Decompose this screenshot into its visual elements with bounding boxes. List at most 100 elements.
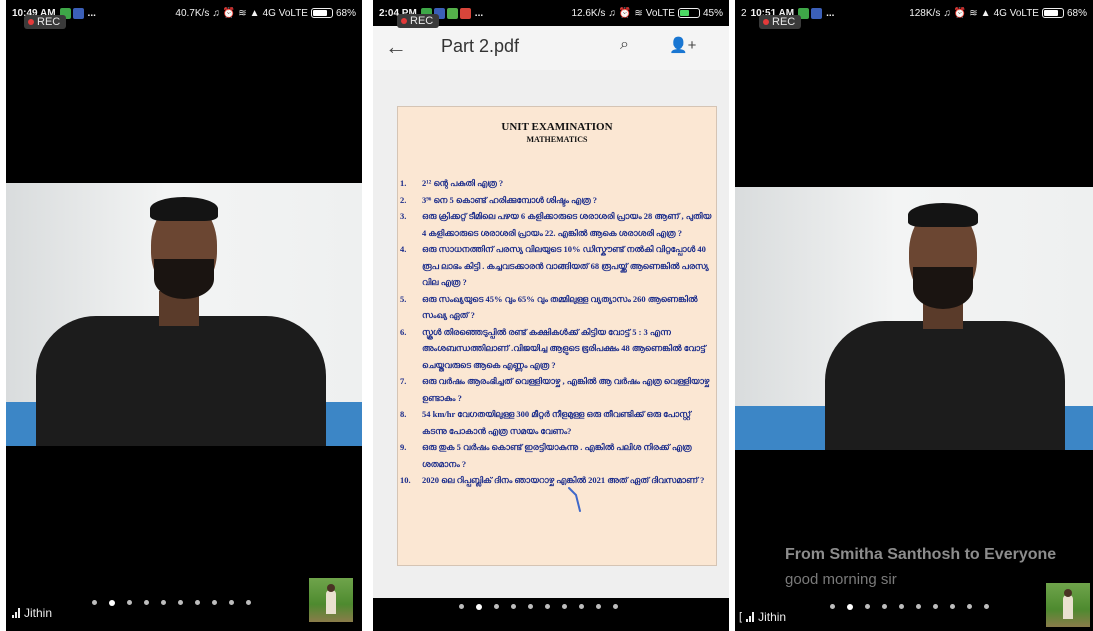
page-dot[interactable] — [528, 604, 533, 609]
chat-icon — [446, 7, 458, 19]
network-speed: 12.6K/s — [571, 7, 606, 19]
page-dot[interactable] — [916, 604, 921, 609]
question-number: 2. — [400, 194, 407, 205]
add-person-icon[interactable]: 👤+ — [669, 36, 696, 54]
headphone-icon: ♫ — [608, 7, 616, 19]
question-item: 1. 2¹² ന്റെ പകുതി എത്ര ? — [400, 175, 714, 192]
record-dot-icon — [28, 19, 34, 25]
page-dot[interactable] — [92, 600, 97, 605]
page-dot-active[interactable] — [476, 604, 482, 610]
page-dot[interactable] — [882, 604, 887, 609]
page-dot[interactable] — [950, 604, 955, 609]
question-text: ഒരു വർഷം ആരംഭിച്ചത് വെള്ളിയാഴ്ച , എങ്കിൽ… — [422, 376, 710, 403]
page-dot[interactable] — [246, 600, 251, 605]
chat-message: good morning sir — [785, 571, 897, 588]
network-type: 4G VoLTE — [262, 7, 308, 19]
page-dot[interactable] — [459, 604, 464, 609]
network-type: 4G VoLTE — [993, 7, 1039, 19]
battery-icon — [677, 8, 700, 18]
more-notifications: ... — [474, 7, 484, 19]
pdf-viewer[interactable]: UNIT EXAMINATION MATHEMATICS 1. 2¹² ന്റെ … — [373, 70, 729, 598]
page-dot[interactable] — [195, 600, 200, 605]
page-dot[interactable] — [562, 604, 567, 609]
back-arrow-icon[interactable]: ← — [385, 34, 407, 60]
self-view-thumbnail[interactable] — [1046, 583, 1090, 627]
question-item: 5. ഒരു സംഖ്യയുടെ 45% വും 65% വും തമ്മിലുള… — [400, 291, 714, 324]
doc-subtitle: MATHEMATICS — [526, 135, 588, 144]
rec-label: REC — [410, 15, 434, 27]
mail-icon — [459, 7, 471, 19]
page-dot[interactable] — [229, 600, 234, 605]
page-dot[interactable] — [899, 604, 904, 609]
audio-signal-icon — [746, 612, 755, 622]
question-item: 6. സ്കൂൾ തിരഞ്ഞെടുപ്പിൽ രണ്ട് കക്ഷികൾക്ക്… — [400, 324, 714, 374]
recording-indicator: REC — [759, 15, 802, 29]
signal-icon: ▲ — [980, 7, 991, 19]
self-view-thumbnail[interactable] — [309, 578, 353, 622]
page-dot[interactable] — [127, 600, 132, 605]
record-dot-icon — [763, 19, 769, 25]
question-text: 54 km/hr വേഗതയിലുള്ള 300 മീറ്റർ നീളമുള്ള… — [422, 409, 691, 436]
speaker-video[interactable] — [6, 183, 362, 446]
battery-level: 68% — [1066, 7, 1087, 19]
rec-label: REC — [37, 16, 61, 28]
question-number: 9. — [400, 442, 407, 452]
question-list: 1. 2¹² ന്റെ പകുതി എത്ര ? 2. 3⁹⁶ നെ 5 കൊണ്ട്… — [400, 175, 714, 489]
recording-indicator: REC — [24, 15, 67, 29]
screen-share-icon: [ — [739, 611, 743, 623]
page-dot[interactable] — [596, 604, 601, 609]
question-number: 7. — [400, 376, 407, 386]
page-dot[interactable] — [865, 604, 870, 609]
question-item: 9. ഒരു തുക 5 വർഷം കൊണ്ട് ഇരട്ടിയാകുന്നു .… — [400, 439, 714, 472]
wifi-icon: ≋ — [634, 7, 643, 19]
speaker-person — [815, 201, 1075, 450]
question-text: ഒരു സാധനത്തിന് പരസ്യ വിലയുടെ 10% ഡിസ്കൗണ… — [422, 244, 709, 287]
headphone-icon: ♫ — [943, 7, 951, 19]
page-dot[interactable] — [830, 604, 835, 609]
question-number: 5. — [400, 293, 407, 304]
page-dot[interactable] — [545, 604, 550, 609]
page-indicator[interactable] — [459, 604, 618, 610]
question-text: 3⁹⁶ നെ 5 കൊണ്ട് ഹരിക്കുമ്പോൾ ശിഷ്ടം എത്ര… — [422, 194, 598, 205]
page-dot[interactable] — [178, 600, 183, 605]
page-dot[interactable] — [494, 604, 499, 609]
question-item: 8. 54 km/hr വേഗതയിലുള്ള 300 മീറ്റർ നീളമുള… — [400, 406, 714, 439]
page-indicator[interactable] — [830, 604, 989, 610]
speaker-video[interactable] — [735, 187, 1093, 450]
page-dot[interactable] — [144, 600, 149, 605]
status-index: 2 — [741, 7, 747, 19]
page-dot[interactable] — [933, 604, 938, 609]
audio-signal-icon — [12, 608, 20, 618]
battery-icon — [1041, 8, 1064, 18]
network-speed: 128K/s — [909, 7, 941, 19]
question-text: ഒരു ക്രിക്കറ്റ് ടീമിലെ പഴയ 6 കളിക്കാരുടെ… — [422, 211, 712, 238]
question-number: 1. — [400, 178, 407, 188]
question-text: സ്കൂൾ തിരഞ്ഞെടുപ്പിൽ രണ്ട് കക്ഷികൾക്ക് ക… — [422, 326, 706, 370]
page-dot-active[interactable] — [847, 604, 853, 610]
network-speed: 40.7K/s — [175, 7, 210, 19]
record-dot-icon — [401, 18, 407, 24]
page-dot[interactable] — [161, 600, 166, 605]
battery-icon — [310, 8, 333, 18]
question-number: 6. — [400, 326, 407, 337]
page-dot[interactable] — [967, 604, 972, 609]
speaker-person — [26, 191, 326, 446]
page-indicator[interactable] — [92, 600, 251, 606]
participant-name: Jithin — [24, 606, 53, 620]
page-dot[interactable] — [579, 604, 584, 609]
search-icon[interactable]: ⌕ — [620, 36, 629, 54]
meeting-panel-right: 2 10:51 AM ... 128K/s ♫ ⏰ ≋ ▲ 4G VoLTE 6… — [735, 0, 1093, 631]
meeting-panel-shared-screen: 2:04 PM ... 12.6K/s ♫ ⏰ ≋ VoLTE 45% ← Pa… — [373, 0, 729, 631]
wifi-icon: ≋ — [969, 7, 978, 19]
page-dot[interactable] — [212, 600, 217, 605]
page-dot-active[interactable] — [109, 600, 115, 606]
question-number: 10. — [400, 475, 411, 485]
network-type: VoLTE — [645, 7, 675, 19]
alarm-icon: ⏰ — [618, 7, 632, 19]
question-item: 3. ഒരു ക്രിക്കറ്റ് ടീമിലെ പഴയ 6 കളിക്കാരു… — [400, 208, 714, 241]
page-dot[interactable] — [613, 604, 618, 609]
page-dot[interactable] — [984, 604, 989, 609]
more-notifications: ... — [826, 7, 835, 19]
question-number: 8. — [400, 409, 407, 419]
page-dot[interactable] — [511, 604, 516, 609]
